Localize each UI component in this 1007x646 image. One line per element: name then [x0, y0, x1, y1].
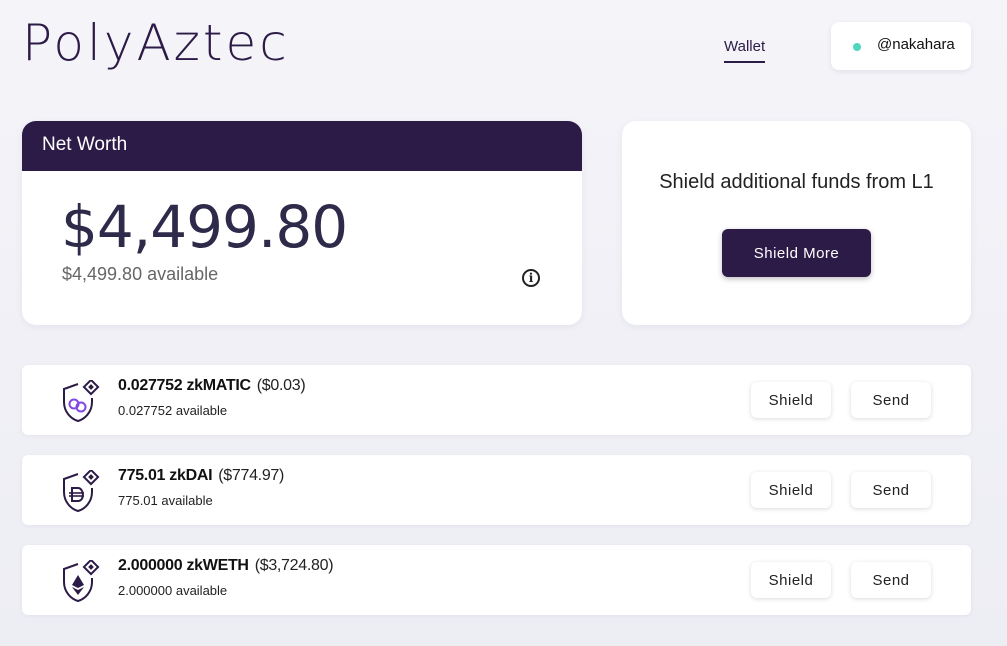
send-button[interactable]: Send — [851, 382, 931, 418]
token-row-zkmatic: 0.027752 zkMATIC ($0.03) 0.027752 availab… — [22, 365, 971, 435]
shield-more-card: Shield additional funds from L1 Shield M… — [622, 121, 971, 325]
token-amount: 2.000000 zkWETH — [118, 557, 249, 574]
token-usd-value: ($0.03) — [256, 377, 306, 394]
token-usd-value: ($774.97) — [218, 467, 285, 484]
net-worth-available: $4,499.80 available — [62, 264, 219, 284]
shield-button[interactable]: Shield — [751, 562, 831, 598]
nav-wallet-link[interactable]: Wallet — [724, 38, 766, 63]
dai-shield-icon — [63, 470, 100, 513]
online-status-dot — [853, 43, 861, 51]
matic-shield-icon — [63, 380, 100, 423]
token-row-zkdai: 775.01 zkDAI ($774.97) 775.01 available S… — [22, 455, 971, 525]
shield-more-text: Shield additional funds from L1 — [659, 171, 934, 193]
eth-shield-icon — [63, 560, 100, 603]
token-amount: 775.01 zkDAI — [118, 467, 213, 484]
shield-more-button[interactable]: Shield More — [722, 229, 871, 277]
token-available: 2.000000 available — [118, 583, 228, 598]
net-worth-amount: $4,499.80 — [61, 193, 348, 261]
user-account-chip[interactable]: @nakahara — [831, 22, 971, 70]
net-worth-title: Net Worth — [22, 121, 582, 171]
token-amount: 0.027752 zkMATIC — [118, 377, 251, 394]
send-button[interactable]: Send — [851, 472, 931, 508]
token-row-zkweth: 2.000000 zkWETH ($3,724.80) 2.000000 avai… — [22, 545, 971, 615]
app-logo[interactable]: PolyAztec — [22, 14, 290, 72]
info-icon[interactable]: i — [522, 269, 540, 287]
net-worth-card: Net Worth $4,499.80 $4,499.80 available … — [22, 121, 582, 325]
shield-button[interactable]: Shield — [751, 382, 831, 418]
shield-button[interactable]: Shield — [751, 472, 831, 508]
token-available: 0.027752 available — [118, 403, 228, 418]
user-handle: @nakahara — [877, 36, 955, 53]
send-button[interactable]: Send — [851, 562, 931, 598]
token-available: 775.01 available — [118, 493, 213, 508]
token-usd-value: ($3,724.80) — [254, 557, 334, 574]
